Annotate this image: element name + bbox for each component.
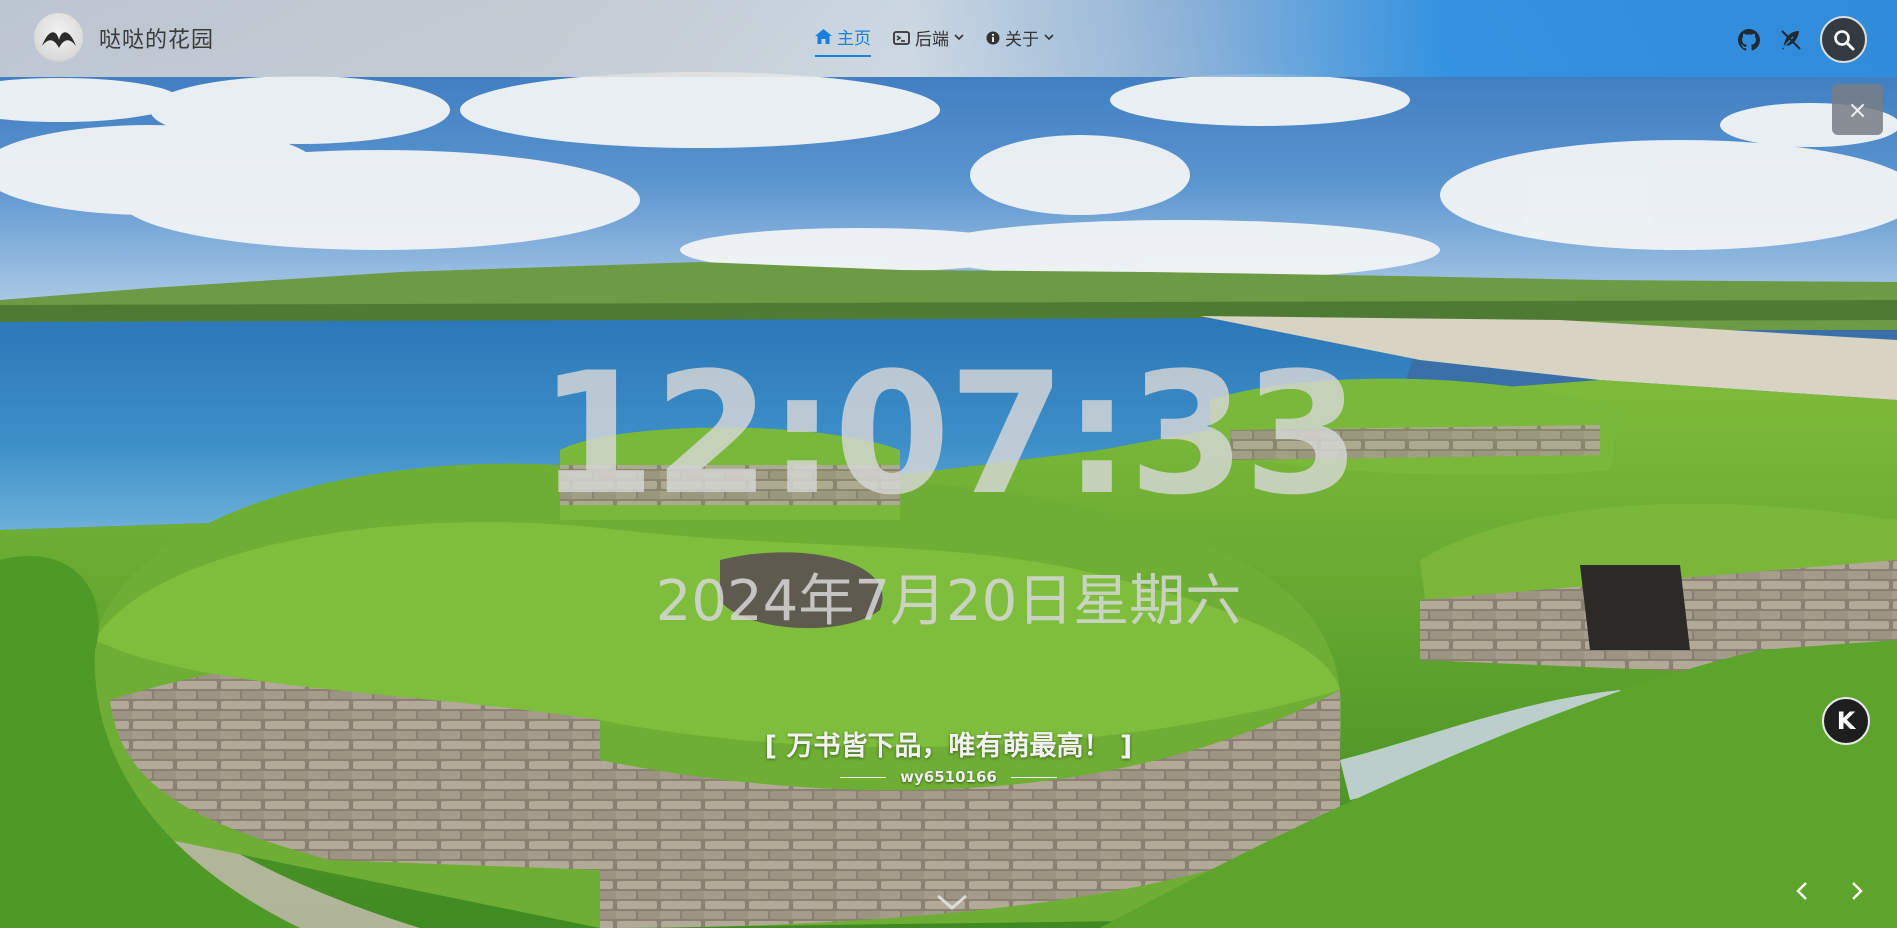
home-icon — [815, 29, 832, 44]
quote-author: wy6510166 — [900, 768, 997, 786]
divider-left — [840, 776, 887, 778]
chevron-down-icon — [937, 894, 967, 910]
k-logo-icon: K — [1836, 707, 1856, 735]
menu-label-about: 关于 — [1005, 30, 1039, 50]
next-background-button[interactable] — [1835, 869, 1879, 913]
terminal-icon — [893, 30, 910, 45]
k-badge-button[interactable]: K — [1822, 697, 1870, 745]
site-logo[interactable] — [34, 13, 83, 62]
header-tools — [1736, 16, 1867, 63]
menu-label-home: 主页 — [837, 29, 871, 49]
main-menu: 主页 后端 关于 — [815, 24, 1054, 57]
github-link[interactable] — [1736, 27, 1762, 53]
search-button[interactable] — [1820, 16, 1867, 63]
menu-item-backend[interactable]: 后端 — [893, 25, 964, 56]
theme-toggle[interactable] — [1778, 27, 1804, 53]
search-icon — [1833, 29, 1854, 50]
menu-item-about[interactable]: 关于 — [986, 25, 1054, 56]
prev-background-button[interactable] — [1780, 869, 1824, 913]
brand[interactable]: 哒哒的花园 — [34, 13, 214, 62]
github-icon — [1738, 28, 1760, 51]
menu-item-home[interactable]: 主页 — [815, 24, 871, 57]
menu-label-backend: 后端 — [915, 30, 949, 50]
logo-mark-icon — [41, 31, 76, 48]
clock-date: 2024年7月20日星期六 — [655, 569, 1242, 634]
quote-author-row: wy6510166 — [0, 768, 1897, 786]
chevron-down-icon — [954, 34, 964, 41]
chevron-left-icon — [1796, 882, 1807, 900]
info-icon — [986, 31, 1000, 44]
close-icon: × — [1847, 95, 1868, 124]
clock-time: 12:07:33 — [538, 336, 1361, 532]
close-button[interactable]: × — [1832, 84, 1883, 135]
chevron-down-icon — [1044, 34, 1054, 41]
divider-right — [1010, 776, 1057, 778]
feather-icon — [1781, 29, 1801, 50]
top-navbar: 哒哒的花园 主页 后端 关于 — [0, 0, 1897, 77]
site-title[interactable]: 哒哒的花园 — [99, 22, 214, 54]
hitokoto-quote: [ 万书皆下品，唯有萌最高！ ] — [764, 731, 1133, 762]
chevron-right-icon — [1852, 882, 1863, 900]
scroll-down-button[interactable] — [932, 890, 972, 914]
